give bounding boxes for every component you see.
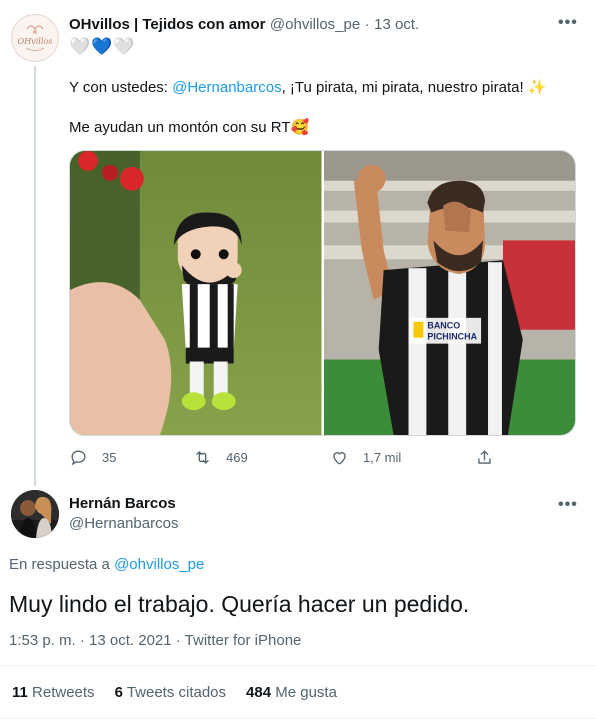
avatar-ohvillos[interactable]: OHvillos: [11, 14, 59, 62]
media-grid: BANCO PICHINCHA: [69, 150, 576, 436]
text-prefix: Y con ustedes:: [69, 79, 173, 96]
heart-emojis: 🤍 💙 🤍: [69, 38, 135, 55]
tweet2-stats: 11 Retweets 6 Tweets citados 484 Me gust…: [12, 684, 337, 701]
likes-count: 484: [246, 684, 272, 701]
blue-heart-icon: 💙: [91, 37, 113, 56]
tweet2-name-row: Hernán Barcos: [69, 495, 176, 513]
tweet1-actions: 35 469 1,7 mil: [69, 448, 519, 470]
tweet1-line1: Y con ustedes: @Hernanbarcos, ¡Tu pirata…: [69, 78, 546, 98]
divider: [0, 665, 596, 666]
retweets-count: 11: [12, 684, 28, 701]
reply-count: 35: [102, 450, 117, 465]
mention-link[interactable]: @Hernanbarcos: [172, 79, 281, 96]
like-icon: [333, 452, 346, 465]
reply-prefix: En respuesta a: [9, 556, 115, 573]
retweets-label: Retweets: [32, 684, 95, 701]
avatar-hernanbarcos[interactable]: [11, 490, 59, 538]
text-suffix: , ¡Tu pirata, mi pirata, nuestro pirata!…: [281, 79, 547, 96]
display-name[interactable]: OHvillos | Tejidos con amor: [69, 16, 265, 33]
photo-amigurumi[interactable]: [70, 151, 322, 435]
handle[interactable]: @ohvillos_pe: [270, 16, 360, 33]
photo-player[interactable]: BANCO PICHINCHA: [323, 151, 575, 435]
avatar-photo: [11, 490, 59, 538]
quotes-label: Tweets citados: [126, 684, 227, 701]
more-icon[interactable]: •••: [558, 496, 578, 514]
tweet-date[interactable]: 13 oct.: [374, 16, 419, 33]
white-heart-icon: 🤍: [69, 37, 91, 56]
thread-line: [34, 66, 36, 486]
tweet2-text: Muy lindo el trabajo. Quería hacer un pe…: [9, 591, 470, 617]
retweet-count: 469: [226, 450, 248, 465]
retweet-button[interactable]: 469: [193, 448, 248, 467]
like-button[interactable]: 1,7 mil: [330, 448, 401, 467]
reply-icon: [71, 450, 86, 466]
likes-stat[interactable]: 484 Me gusta: [246, 684, 337, 701]
tweet1-header: OHvillos | Tejidos con amor @ohvillos_pe…: [69, 16, 419, 34]
retweets-stat[interactable]: 11 Retweets: [12, 684, 95, 701]
reply-context: En respuesta a @ohvillos_pe: [9, 556, 204, 573]
white-heart-icon: 🤍: [113, 37, 135, 56]
avatar-logo-text: OHvillos: [18, 37, 53, 46]
separator: ·: [364, 16, 370, 33]
reply-button[interactable]: 35: [69, 448, 116, 467]
retweet-icon: [196, 451, 209, 464]
share-icon: [478, 450, 491, 464]
share-button[interactable]: [475, 448, 494, 467]
display-name[interactable]: Hernán Barcos: [69, 495, 176, 512]
quotes-stat[interactable]: 6 Tweets citados: [115, 684, 226, 701]
like-count: 1,7 mil: [363, 450, 402, 465]
handle[interactable]: @Hernanbarcos: [69, 515, 178, 532]
quotes-count: 6: [114, 684, 123, 701]
banner-text-1: BANCO: [427, 321, 460, 331]
likes-label: Me gusta: [275, 684, 337, 701]
banner-text-2: PICHINCHA: [427, 332, 477, 342]
ohvillos-logo: OHvillos: [13, 16, 57, 60]
reply-mention-link[interactable]: @ohvillos_pe: [114, 556, 204, 573]
tweet1-line2: Me ayudan un montón con su RT🥰: [69, 119, 310, 136]
divider: [0, 718, 596, 719]
tweet2-meta[interactable]: 1:53 p. m. · 13 oct. 2021 · Twitter for …: [9, 632, 301, 649]
more-icon[interactable]: •••: [558, 14, 578, 32]
